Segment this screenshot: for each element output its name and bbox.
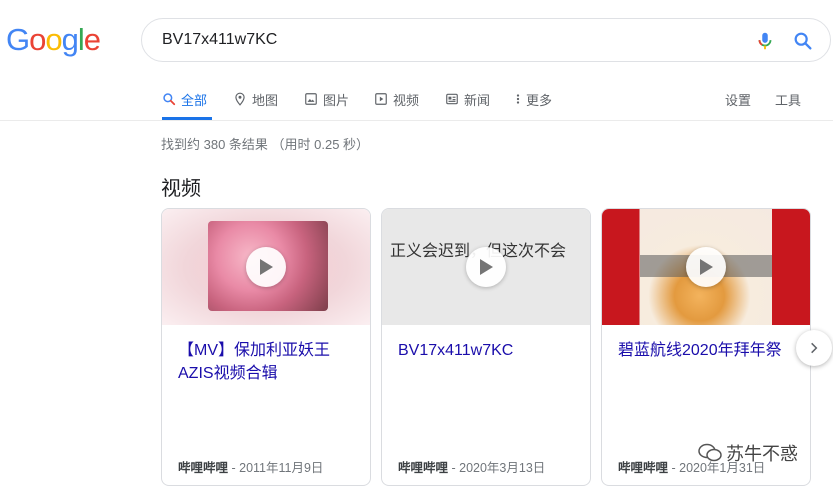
tab-more[interactable]: 更多: [515, 88, 552, 110]
tab-label: 更多: [526, 92, 553, 108]
search-icon[interactable]: [792, 30, 814, 52]
watermark-text: 苏牛不惑: [726, 444, 798, 464]
video-source: 哔哩哔哩: [398, 461, 449, 475]
map-pin-icon: [235, 92, 245, 106]
google-logo[interactable]: Google: [6, 22, 101, 58]
video-meta: 哔哩哔哩 - 2020年3月13日: [398, 457, 545, 476]
video-meta: 哔哩哔哩 - 2011年11月9日: [178, 457, 323, 476]
video-thumbnail[interactable]: 正义会迟到，但这次不会: [382, 209, 590, 325]
more-vert-icon: [516, 94, 520, 104]
video-date: - 2011年11月9日: [228, 461, 324, 475]
tab-label: 图片: [323, 92, 350, 108]
video-title-link[interactable]: 【MV】保加利亚妖王AZIS视频合辑: [178, 339, 358, 385]
chevron-right-icon: [811, 342, 818, 354]
carousel-next-button[interactable]: [796, 330, 832, 366]
result-stats: 找到约 380 条结果 （用时 0.25 秒）: [161, 137, 370, 152]
tab-label: 新闻: [464, 92, 491, 108]
news-icon: [446, 93, 458, 105]
tab-videos[interactable]: 视频: [374, 88, 419, 110]
tab-all[interactable]: 全部: [162, 88, 207, 110]
video-icon: [375, 93, 387, 105]
header-divider: [0, 120, 833, 121]
video-title-link[interactable]: BV17x411w7KC: [398, 339, 578, 362]
microphone-icon[interactable]: [754, 30, 776, 52]
wechat-icon: [698, 443, 722, 462]
logo-letter: g: [61, 22, 79, 57]
tab-images[interactable]: 图片: [304, 88, 349, 110]
search-box: [141, 18, 831, 62]
play-icon[interactable]: [686, 247, 726, 287]
search-input[interactable]: [162, 29, 722, 51]
tab-label: 视频: [393, 92, 420, 108]
logo-letter: o: [45, 22, 62, 57]
video-source: 哔哩哔哩: [618, 461, 669, 475]
settings-link[interactable]: 设置: [725, 88, 751, 110]
logo-letter: o: [29, 22, 46, 57]
video-thumbnail[interactable]: [162, 209, 370, 325]
settings-label: 设置: [725, 92, 752, 108]
play-icon[interactable]: [466, 247, 506, 287]
video-thumbnail[interactable]: [602, 209, 810, 325]
image-icon: [305, 93, 317, 105]
tab-maps[interactable]: 地图: [233, 88, 278, 110]
video-card[interactable]: 正义会迟到，但这次不会 BV17x411w7KC 哔哩哔哩 - 2020年3月1…: [381, 208, 591, 486]
tab-news[interactable]: 新闻: [445, 88, 490, 110]
video-title-link[interactable]: 碧蓝航线2020年拜年祭: [618, 339, 798, 362]
video-source: 哔哩哔哩: [178, 461, 229, 475]
tab-label: 地图: [252, 92, 279, 108]
video-date: - 2020年3月13日: [448, 461, 546, 475]
logo-letter: G: [6, 22, 30, 57]
watermark: 苏牛不惑: [698, 440, 798, 466]
tab-label: 全部: [181, 92, 208, 108]
tools-link[interactable]: 工具: [775, 88, 801, 110]
play-icon[interactable]: [246, 247, 286, 287]
logo-letter: e: [83, 22, 101, 57]
video-card[interactable]: 【MV】保加利亚妖王AZIS视频合辑 哔哩哔哩 - 2011年11月9日: [161, 208, 371, 486]
search-icon: [163, 93, 176, 106]
videos-section-title: 视频: [161, 178, 201, 200]
search-tabs: 全部 地图 图片 视频 新闻 更多 设置 工具: [160, 80, 833, 120]
tools-label: 工具: [775, 92, 802, 108]
